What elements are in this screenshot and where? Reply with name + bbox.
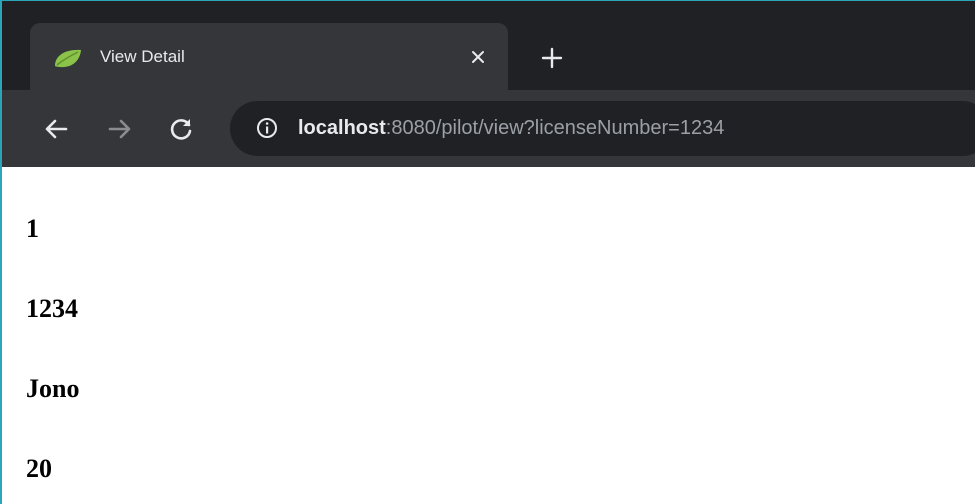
field-id: 1 bbox=[26, 214, 39, 243]
close-tab-icon[interactable] bbox=[468, 47, 488, 67]
field-name: Jono bbox=[26, 374, 80, 403]
tab-title: View Detail bbox=[100, 47, 185, 66]
tab-strip: View Detail bbox=[2, 1, 975, 91]
new-tab-plus-icon[interactable] bbox=[539, 45, 565, 71]
browser-toolbar: localhost:8080/pilot/view?licenseNumber=… bbox=[2, 90, 975, 167]
forward-arrow-icon[interactable] bbox=[104, 114, 134, 144]
back-arrow-icon[interactable] bbox=[42, 114, 72, 144]
url-text[interactable]: localhost:8080/pilot/view?licenseNumber=… bbox=[298, 115, 724, 141]
field-age: 20 bbox=[26, 454, 52, 483]
address-bar[interactable]: localhost:8080/pilot/view?licenseNumber=… bbox=[230, 101, 975, 156]
field-license-number: 1234 bbox=[26, 294, 78, 323]
reload-icon[interactable] bbox=[166, 114, 196, 144]
tab-view-detail[interactable]: View Detail bbox=[30, 23, 508, 91]
page-content: 1 1234 Jono 20 bbox=[2, 167, 975, 504]
spring-leaf-icon bbox=[55, 49, 81, 68]
info-icon[interactable] bbox=[256, 117, 278, 139]
browser-window: View Detail localhost:8080/pilot/view?li… bbox=[0, 0, 975, 504]
url-path: :8080/pilot/view?licenseNumber=1234 bbox=[385, 117, 725, 139]
url-host: localhost bbox=[298, 117, 386, 139]
